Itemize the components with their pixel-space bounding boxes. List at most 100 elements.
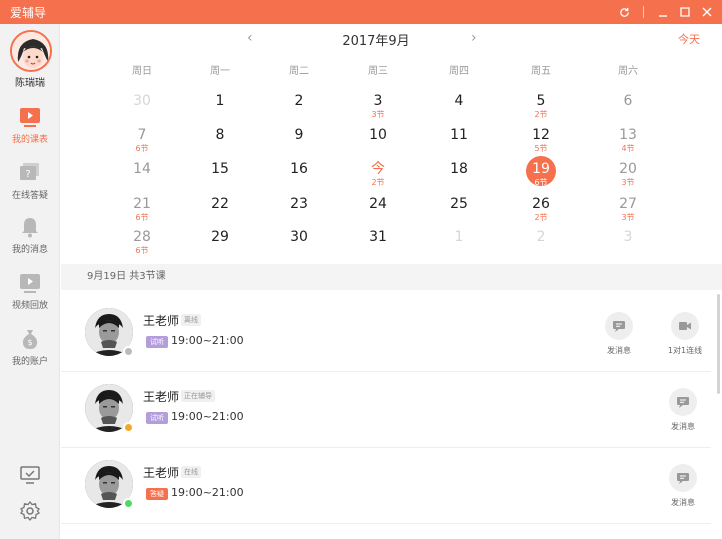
day-number: 3 (373, 93, 383, 109)
calendar-day[interactable]: 23 (274, 195, 324, 229)
calendar-day[interactable]: 11 (434, 126, 484, 160)
gear-icon[interactable] (0, 500, 60, 526)
calendar-day[interactable]: 30 (117, 92, 167, 126)
sidebar-item-schedule[interactable]: 我的课表 (0, 106, 60, 154)
lesson-count: 2节 (534, 110, 548, 119)
calendar-day[interactable]: 27 3节 (603, 195, 653, 229)
sidebar-item-messages[interactable]: 我的消息 (0, 216, 60, 264)
teacher-status-badge: 离线 (181, 314, 201, 326)
scrollbar[interactable] (717, 294, 720, 394)
svg-text:?: ? (25, 169, 30, 180)
calendar-day[interactable]: 7 6节 (117, 126, 167, 160)
lesson-row[interactable]: 王老师 在线 答疑 19:00~21:00 发消息 (61, 448, 711, 524)
day-number: 28 (133, 229, 151, 245)
send-message-button[interactable]: 发消息 (655, 388, 711, 432)
svg-text:$: $ (27, 338, 32, 347)
calendar-day[interactable]: 12 5节 (516, 126, 566, 160)
lesson-row[interactable]: 王老师 离线 试听 19:00~21:00 发消息 1对1连线 (61, 296, 711, 372)
calendar-day[interactable]: 3 (603, 228, 653, 262)
calendar-day[interactable]: 24 (353, 195, 403, 229)
calendar-day[interactable]: 15 (195, 160, 245, 194)
monitor-icon[interactable] (0, 464, 60, 490)
day-number: 12 (532, 127, 550, 143)
teacher-status-badge: 在线 (181, 466, 201, 478)
close-icon[interactable] (696, 0, 718, 24)
lesson-row[interactable]: 王老师 正在辅导 试听 19:00~21:00 发消息 (61, 372, 711, 448)
day-number: 29 (211, 229, 229, 245)
sidebar-item-video-replay[interactable]: 视频回放 (0, 272, 60, 320)
day-number: 19 (532, 161, 550, 177)
schedule-icon (19, 106, 41, 128)
title-bar: 爱辅导 (0, 0, 722, 24)
sidebar-item-label: 我的课表 (11, 135, 48, 145)
calendar-day[interactable]: 25 (434, 195, 484, 229)
send-message-button[interactable]: 发消息 (655, 464, 711, 508)
user-avatar[interactable] (10, 30, 52, 72)
day-number: 1 (454, 229, 464, 245)
day-number: 2 (294, 93, 304, 109)
calendar-day[interactable]: 10 (353, 126, 403, 160)
calendar-day-selected[interactable]: 19 6节 (516, 156, 566, 194)
calendar-day[interactable]: 22 (195, 195, 245, 229)
teacher-name: 王老师 (143, 466, 180, 480)
calendar-day[interactable]: 18 (434, 160, 484, 194)
calendar-day[interactable]: 26 2节 (516, 195, 566, 229)
video-call-button[interactable]: 1对1连线 (657, 312, 713, 356)
calendar-day[interactable]: 1 (195, 92, 245, 126)
sidebar-item-label: 我的消息 (11, 245, 48, 255)
day-summary: 9月19日 共3节课 (61, 264, 722, 290)
calendar-day[interactable]: 13 4节 (603, 126, 653, 160)
teacher-status-badge: 正在辅导 (181, 390, 215, 402)
sidebar-item-label: 视频回放 (11, 301, 48, 311)
sidebar-item-account[interactable]: $ 我的账户 (0, 328, 60, 376)
weekday-label: 周三 (368, 66, 388, 77)
calendar-day[interactable]: 31 (353, 228, 403, 262)
next-month-icon[interactable]: › (471, 30, 477, 46)
day-number: 8 (215, 127, 225, 143)
day-number: 23 (290, 196, 308, 212)
calendar-day[interactable]: 30 (274, 228, 324, 262)
calendar-day[interactable]: 8 (195, 126, 245, 160)
refresh-icon[interactable] (613, 0, 635, 24)
calendar-day[interactable]: 28 6节 (117, 228, 167, 262)
day-number: 今 (371, 161, 385, 177)
course-type-tag: 答疑 (146, 488, 168, 500)
course-type-tag: 试听 (146, 412, 168, 424)
day-number: 3 (623, 229, 633, 245)
weekday-label: 周一 (210, 66, 230, 77)
maximize-icon[interactable] (674, 0, 696, 24)
action-label: 发消息 (671, 498, 695, 507)
sidebar-item-online-qa[interactable]: ? 在线答疑 (0, 162, 60, 210)
calendar-day[interactable]: 6 (603, 92, 653, 126)
calendar-day[interactable]: 20 3节 (603, 160, 653, 194)
send-message-button[interactable]: 发消息 (591, 312, 647, 356)
title-separator (643, 6, 644, 18)
calendar-day[interactable]: 2 (516, 228, 566, 262)
sidebar-item-label: 在线答疑 (11, 191, 48, 201)
calendar-day[interactable]: 29 (195, 228, 245, 262)
weekday-header: 周日 周一 周二 周三 周四 周五 周六 (61, 62, 722, 78)
calendar-day[interactable]: 1 (434, 228, 484, 262)
calendar-day[interactable]: 9 (274, 126, 324, 160)
day-number: 30 (133, 93, 151, 109)
calendar-day[interactable]: 3 3节 (353, 92, 403, 126)
calendar-day[interactable]: 2 (274, 92, 324, 126)
minimize-icon[interactable] (652, 0, 674, 24)
calendar-day[interactable]: 21 6节 (117, 195, 167, 229)
lesson-count: 3节 (621, 178, 635, 187)
lesson-count: 4节 (621, 144, 635, 153)
today-button[interactable]: 今天 (678, 31, 700, 47)
day-number: 20 (619, 161, 637, 177)
calendar-day[interactable]: 5 2节 (516, 92, 566, 126)
sidebar-item-label: 我的账户 (11, 357, 48, 367)
prev-month-icon[interactable]: ‹ (247, 30, 253, 46)
action-label: 发消息 (607, 346, 631, 355)
action-label: 1对1连线 (667, 346, 703, 355)
calendar-day[interactable]: 4 (434, 92, 484, 126)
calendar-day[interactable]: 16 (274, 160, 324, 194)
calendar-day-today[interactable]: 今 2节 (353, 160, 403, 194)
window-title: 爱辅导 (10, 5, 47, 20)
calendar-day[interactable]: 14 (117, 160, 167, 194)
day-number: 24 (369, 196, 387, 212)
online-status-dot (123, 346, 134, 357)
